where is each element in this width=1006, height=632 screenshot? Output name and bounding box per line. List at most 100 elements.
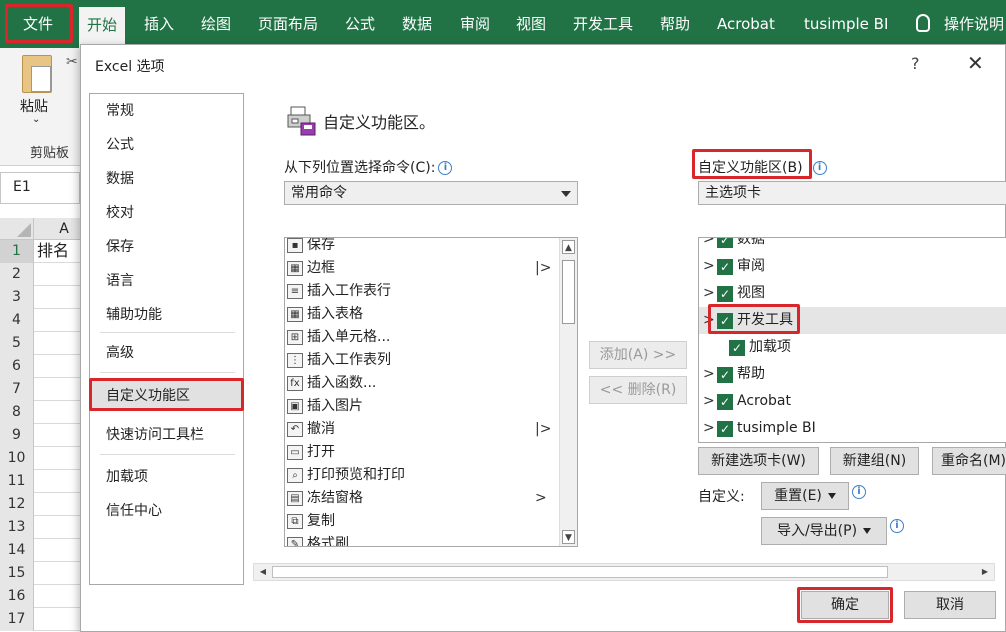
checkbox[interactable]: ✓ — [717, 394, 733, 410]
chevron-down-icon[interactable]: ⌄ — [32, 114, 40, 125]
row-header[interactable]: 8 — [0, 401, 34, 424]
ribbon-tab-node[interactable]: > ✓ Acrobat — [699, 388, 1006, 415]
ribbon-tab-tree[interactable]: > ✓ 数据 > ✓ 审阅 > ✓ 视图 > ✓ 开发工具 ✓ 加载项 > ✓ 帮助 > ✓ Acrobat > ✓ tus… — [698, 237, 1006, 443]
command-list-scrollbar[interactable]: ▲ ▼ — [559, 238, 577, 546]
tab-page-layout[interactable]: 页面布局 — [258, 0, 318, 48]
ribbon-tab-node[interactable]: > ✓ 数据 — [699, 238, 1006, 253]
clipboard-icon[interactable] — [22, 55, 52, 93]
command-item[interactable]: fx 插入函数... — [285, 372, 563, 395]
expand-chevron-icon[interactable]: > — [703, 361, 715, 388]
tab-view[interactable]: 视图 — [516, 0, 546, 48]
checkbox[interactable]: ✓ — [729, 340, 745, 356]
ribbon-tab-node[interactable]: > ✓ 帮助 — [699, 361, 1006, 388]
nav-advanced[interactable]: 高级 — [90, 338, 243, 368]
nav-quick-access-toolbar[interactable]: 快速访问工具栏 — [90, 420, 243, 450]
command-item[interactable]: ⊞ 插入单元格... — [285, 326, 563, 349]
info-icon[interactable]: i — [852, 485, 866, 499]
row-header[interactable]: 3 — [0, 286, 34, 309]
row-header[interactable]: 13 — [0, 516, 34, 539]
command-item[interactable]: ▦ 边框 |> — [285, 257, 563, 280]
nav-proofing[interactable]: 校对 — [90, 198, 243, 228]
help-icon[interactable]: ? — [911, 54, 920, 73]
row-header[interactable]: 17 — [0, 608, 34, 631]
cell-a1[interactable]: 排名 — [34, 240, 69, 263]
tab-home[interactable]: 开始 — [79, 7, 126, 48]
nav-accessibility[interactable]: 辅助功能 — [90, 300, 243, 330]
command-item[interactable]: ▪ 保存 — [285, 238, 563, 257]
tab-formulas[interactable]: 公式 — [345, 0, 375, 48]
info-icon[interactable]: i — [438, 161, 453, 175]
horizontal-scroll-thumb[interactable] — [272, 566, 888, 578]
command-item[interactable]: ▤ 冻结窗格 > — [285, 487, 563, 510]
expand-chevron-icon[interactable]: > — [703, 238, 715, 253]
command-item[interactable]: ≡ 插入工作表行 — [285, 280, 563, 303]
cancel-button[interactable]: 取消 — [904, 591, 996, 619]
nav-general[interactable]: 常规 — [90, 96, 243, 126]
nav-formulas[interactable]: 公式 — [90, 130, 243, 160]
tab-developer[interactable]: 开发工具 — [573, 0, 633, 48]
scroll-down-icon[interactable]: ▼ — [562, 530, 575, 544]
command-item[interactable]: ✎ 格式刷 — [285, 533, 563, 546]
import-export-button[interactable]: 导入/导出(P) — [761, 517, 887, 545]
command-item[interactable]: ⧉ 复制 — [285, 510, 563, 533]
horizontal-scrollbar[interactable]: ◀ ▶ — [253, 563, 995, 581]
close-icon[interactable]: ✕ — [967, 51, 984, 75]
tab-tusimple-bi[interactable]: tusimple BI — [804, 0, 888, 48]
checkbox[interactable]: ✓ — [717, 259, 733, 275]
nav-add-ins[interactable]: 加载项 — [90, 462, 243, 492]
expand-chevron-icon[interactable]: > — [703, 388, 715, 415]
scissors-icon[interactable]: ✂ — [66, 54, 78, 70]
expand-chevron-icon[interactable]: > — [703, 280, 715, 307]
row-header[interactable]: 12 — [0, 493, 34, 516]
ribbon-tab-node[interactable]: > ✓ 审阅 — [699, 253, 1006, 280]
new-group-button[interactable]: 新建组(N) — [830, 447, 919, 475]
row-header[interactable]: 14 — [0, 539, 34, 562]
paste-button-label[interactable]: 粘贴 — [20, 96, 48, 116]
scroll-thumb[interactable] — [562, 260, 575, 324]
customize-ribbon-dropdown[interactable]: 主选项卡 — [698, 181, 1006, 205]
info-icon[interactable]: i — [812, 161, 827, 175]
tab-draw[interactable]: 绘图 — [201, 0, 231, 48]
tell-me-search[interactable]: 操作说明 — [916, 0, 1004, 48]
row-header[interactable]: 5 — [0, 332, 34, 355]
nav-data[interactable]: 数据 — [90, 164, 243, 194]
ribbon-tab-node[interactable]: > ✓ 视图 — [699, 280, 1006, 307]
row-header[interactable]: 2 — [0, 263, 34, 286]
expand-chevron-icon[interactable]: > — [703, 253, 715, 280]
tab-data[interactable]: 数据 — [402, 0, 432, 48]
ribbon-tab-node[interactable]: ✓ 加载项 — [699, 334, 1006, 361]
row-header[interactable]: 15 — [0, 562, 34, 585]
scroll-up-icon[interactable]: ▲ — [562, 240, 575, 254]
nav-trust-center[interactable]: 信任中心 — [90, 496, 243, 526]
checkbox[interactable]: ✓ — [717, 286, 733, 302]
command-list[interactable]: ▪ 保存 ▦ 边框 |> ≡ 插入工作表行 ▦ 插入表格 ⊞ 插入单元格... ⋮ 插入工作表列 fx 插入… — [284, 237, 578, 547]
ribbon-tab-node[interactable]: > ✓ tusimple BI — [699, 415, 1006, 442]
checkbox[interactable]: ✓ — [717, 238, 733, 248]
info-icon[interactable]: i — [890, 519, 904, 533]
tab-insert[interactable]: 插入 — [144, 0, 174, 48]
rename-button[interactable]: 重命名(M)... — [932, 447, 1006, 475]
command-item[interactable]: ▭ 打开 — [285, 441, 563, 464]
command-item[interactable]: ↶ 撤消 |> — [285, 418, 563, 441]
row-header[interactable]: 16 — [0, 585, 34, 608]
row-header[interactable]: 1 — [0, 240, 34, 263]
remove-button[interactable]: << 删除(R) — [589, 376, 687, 404]
reset-button[interactable]: 重置(E) — [761, 482, 849, 510]
scroll-left-icon[interactable]: ◀ — [257, 566, 269, 578]
command-item[interactable]: ▦ 插入表格 — [285, 303, 563, 326]
tab-acrobat[interactable]: Acrobat — [717, 0, 775, 48]
tab-help[interactable]: 帮助 — [660, 0, 690, 48]
expand-chevron-icon[interactable]: > — [703, 415, 715, 442]
row-header[interactable]: 9 — [0, 424, 34, 447]
row-header[interactable]: 7 — [0, 378, 34, 401]
choose-commands-dropdown[interactable]: 常用命令 — [284, 181, 578, 205]
command-item[interactable]: ⋮ 插入工作表列 — [285, 349, 563, 372]
command-item[interactable]: ▣ 插入图片 — [285, 395, 563, 418]
checkbox[interactable]: ✓ — [717, 367, 733, 383]
tab-review[interactable]: 审阅 — [460, 0, 490, 48]
row-header[interactable]: 11 — [0, 470, 34, 493]
row-header[interactable]: 6 — [0, 355, 34, 378]
nav-save[interactable]: 保存 — [90, 232, 243, 262]
checkbox[interactable]: ✓ — [717, 421, 733, 437]
row-header[interactable]: 4 — [0, 309, 34, 332]
